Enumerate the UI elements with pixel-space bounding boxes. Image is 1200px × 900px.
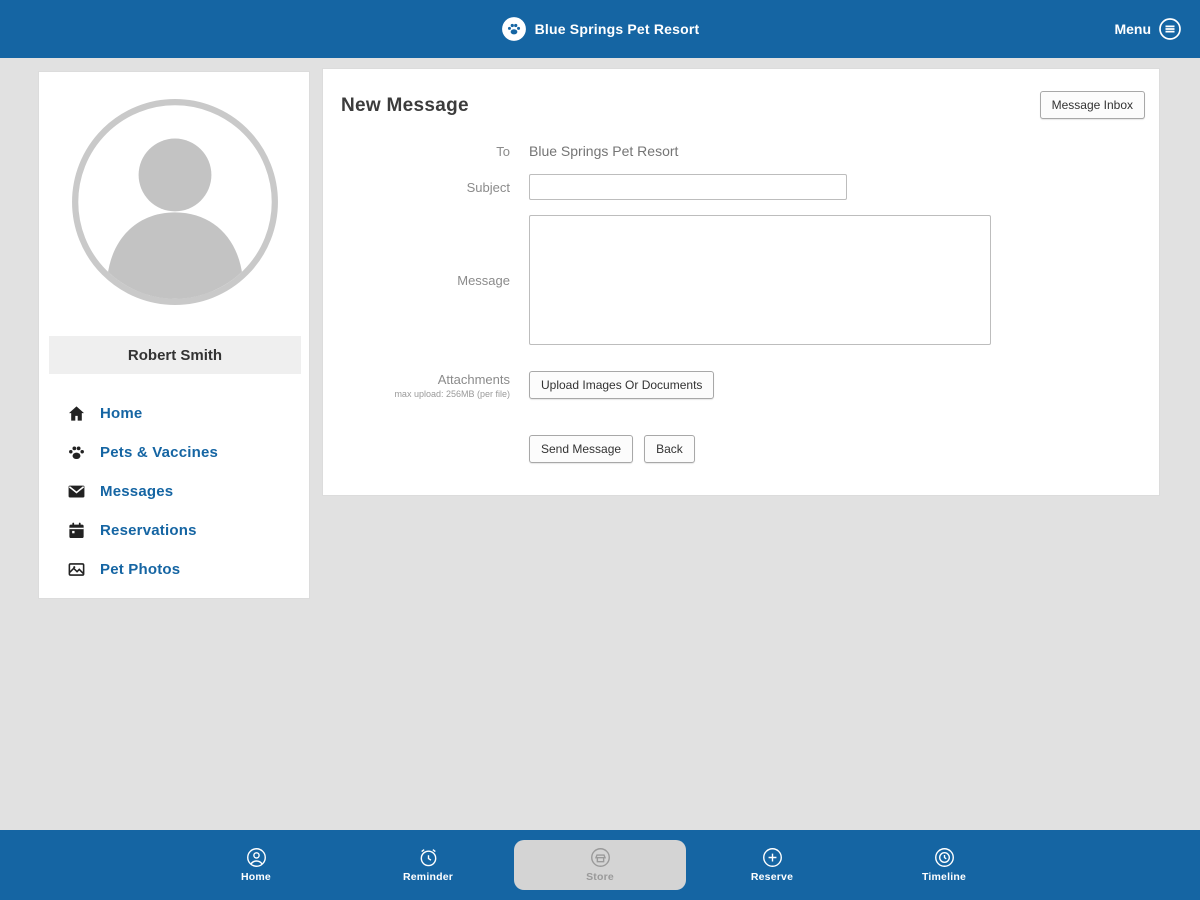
sidebar-item-home[interactable]: Home <box>67 394 299 433</box>
profile-sidebar: Robert Smith Home Pets & Vaccines Messag… <box>38 71 310 599</box>
sidebar-item-pets-vaccines[interactable]: Pets & Vaccines <box>67 433 299 472</box>
menu-label: Menu <box>1114 21 1151 37</box>
message-label: Message <box>457 272 510 288</box>
paw-icon <box>67 443 86 462</box>
to-value: Blue Springs Pet Resort <box>529 143 679 159</box>
bottomnav-reserve[interactable]: Reserve <box>686 840 858 890</box>
to-label: To <box>496 143 510 159</box>
bottomnav-timeline[interactable]: Timeline <box>858 840 1030 890</box>
attachments-label: Attachments max upload: 256MB (per file) <box>323 372 529 399</box>
account-icon <box>246 847 267 868</box>
store-icon <box>590 847 611 868</box>
avatar <box>71 98 279 306</box>
sidebar-item-label: Messages <box>100 483 174 500</box>
brand-logo-icon <box>501 16 527 42</box>
bottomnav-home[interactable]: Home <box>170 840 342 890</box>
new-message-form: To Blue Springs Pet Resort Subject Messa… <box>323 143 1159 478</box>
reserve-plus-icon <box>762 847 783 868</box>
reminder-icon <box>418 847 439 868</box>
hamburger-menu-icon <box>1158 17 1182 41</box>
sidebar-item-label: Home <box>100 405 143 422</box>
bottomnav-label: Home <box>241 871 271 883</box>
bottom-nav-bar: Home Reminder Store Reserve Timeline <box>0 830 1200 900</box>
back-button[interactable]: Back <box>644 435 695 463</box>
attachments-row: Attachments max upload: 256MB (per file)… <box>323 371 1159 399</box>
new-message-panel: New Message Message Inbox To Blue Spring… <box>322 68 1160 496</box>
attachments-label-text: Attachments <box>437 371 510 387</box>
upload-button[interactable]: Upload Images Or Documents <box>529 371 715 399</box>
page-title: New Message <box>341 95 469 116</box>
calendar-icon <box>67 521 86 540</box>
message-row: Message <box>323 215 1159 345</box>
timeline-icon <box>934 847 955 868</box>
bottomnav-store[interactable]: Store <box>514 840 686 890</box>
sidebar-item-messages[interactable]: Messages <box>67 472 299 511</box>
brand: Blue Springs Pet Resort <box>501 16 700 42</box>
subject-row: Subject <box>323 174 1159 200</box>
top-app-bar: Blue Springs Pet Resort Menu <box>0 0 1200 58</box>
message-textarea[interactable] <box>529 215 991 345</box>
bottomnav-reminder[interactable]: Reminder <box>342 840 514 890</box>
subject-label: Subject <box>466 179 510 195</box>
actions-row: Send Message Back <box>323 435 1159 463</box>
bottomnav-label: Reminder <box>402 871 454 883</box>
sidebar-item-pet-photos[interactable]: Pet Photos <box>67 550 299 589</box>
sidebar-item-label: Pet Photos <box>100 561 181 578</box>
bottomnav-label: Reserve <box>750 871 794 883</box>
sidebar-item-label: Pets & Vaccines <box>100 444 219 461</box>
to-row: To Blue Springs Pet Resort <box>323 143 1159 159</box>
home-icon <box>67 404 86 423</box>
bottomnav-label: Store <box>586 871 614 883</box>
photos-icon <box>67 560 86 579</box>
send-message-button[interactable]: Send Message <box>529 435 634 463</box>
sidebar-item-reservations[interactable]: Reservations <box>67 511 299 550</box>
brand-title: Blue Springs Pet Resort <box>534 21 700 37</box>
message-inbox-button[interactable]: Message Inbox <box>1039 91 1145 119</box>
subject-input[interactable] <box>529 174 847 200</box>
attachments-hint: max upload: 256MB (per file) <box>394 388 510 399</box>
bottomnav-label: Timeline <box>921 871 966 883</box>
sidebar-item-label: Reservations <box>100 522 197 539</box>
user-name: Robert Smith <box>49 336 301 374</box>
envelope-icon <box>67 482 86 501</box>
menu-button[interactable]: Menu <box>1114 0 1182 58</box>
sidebar-nav: Home Pets & Vaccines Messages Reservatio… <box>67 394 299 589</box>
